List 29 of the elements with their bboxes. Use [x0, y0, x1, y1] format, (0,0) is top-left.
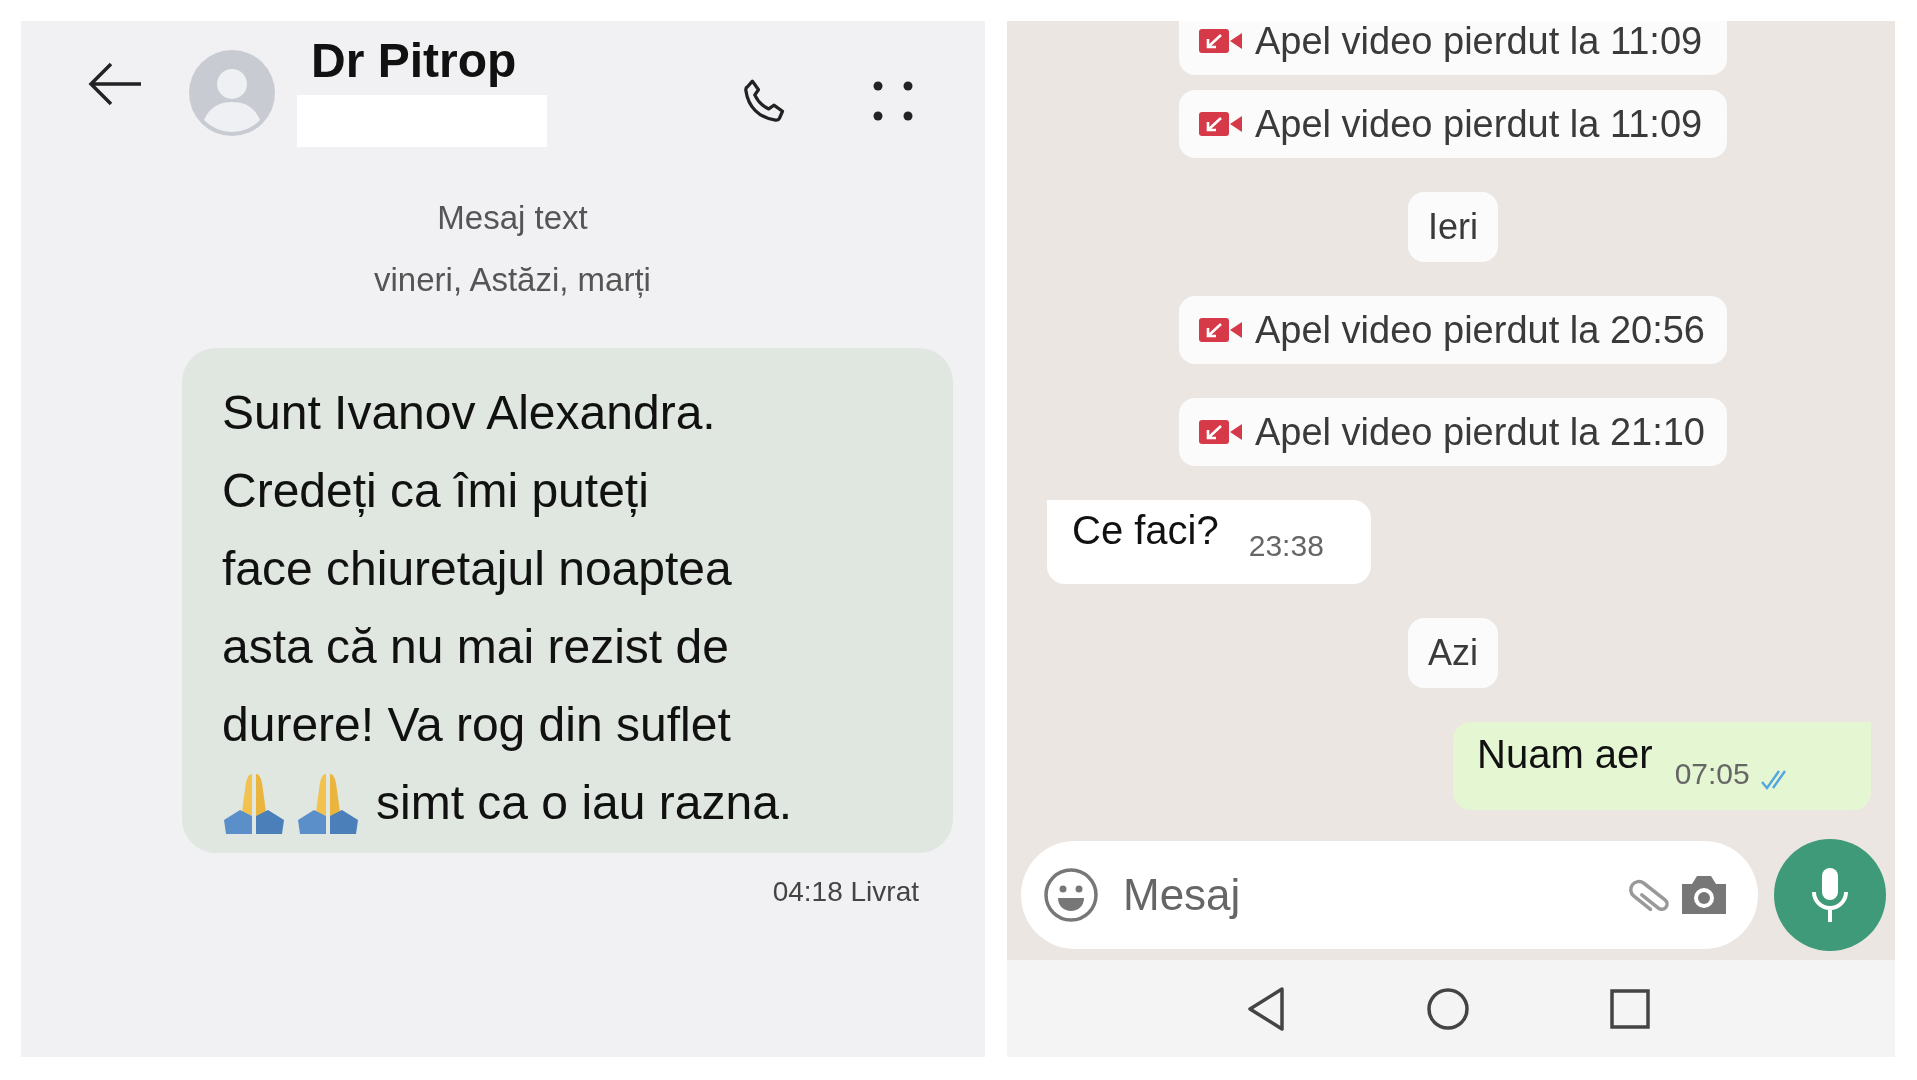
missed-call-notice: Apel video pierdut la 20:56: [1179, 296, 1727, 364]
message-time: 07:05: [1674, 756, 1750, 792]
home-nav-icon[interactable]: [1426, 986, 1470, 1031]
delivery-status: 04:18 Livrat: [772, 875, 919, 909]
recent-apps-icon[interactable]: [1610, 988, 1650, 1029]
message-text: simt ca o iau razna.: [376, 775, 793, 831]
outgoing-message-bubble: Nuam aer 07:05: [1453, 722, 1871, 810]
message-time: 23:38: [1248, 528, 1324, 564]
microphone-icon: [1810, 866, 1850, 924]
missed-call-notice: Apel video pierdut la 21:10: [1179, 398, 1727, 466]
date-separator: Ieri: [1408, 192, 1498, 262]
message-field[interactable]: Mesaj: [1123, 862, 1626, 928]
thread-label: Mesaj text: [436, 198, 589, 238]
date-separator: Azi: [1408, 618, 1498, 688]
back-icon[interactable]: [87, 61, 143, 107]
missed-call-notice: Apel video pierdut la 11:09: [1179, 21, 1727, 75]
missed-video-call-icon: [1199, 27, 1243, 55]
message-input[interactable]: Mesaj: [1021, 841, 1758, 949]
missed-video-call-icon: [1199, 316, 1243, 344]
emoji-icon[interactable]: [1043, 867, 1099, 923]
back-nav-icon[interactable]: [1246, 985, 1286, 1032]
missed-video-call-icon: [1199, 110, 1243, 138]
incoming-message-bubble: Ce faci? 23:38: [1047, 500, 1371, 584]
more-options-icon[interactable]: [873, 81, 913, 121]
missed-video-call-icon: [1199, 418, 1243, 446]
contact-name: Dr Pitrop: [311, 33, 518, 89]
thread-dates: vineri, Astăzi, marți: [373, 259, 652, 300]
missed-call-notice: Apel video pierdut la 11:09: [1179, 90, 1727, 158]
avatar-icon: [189, 50, 275, 136]
